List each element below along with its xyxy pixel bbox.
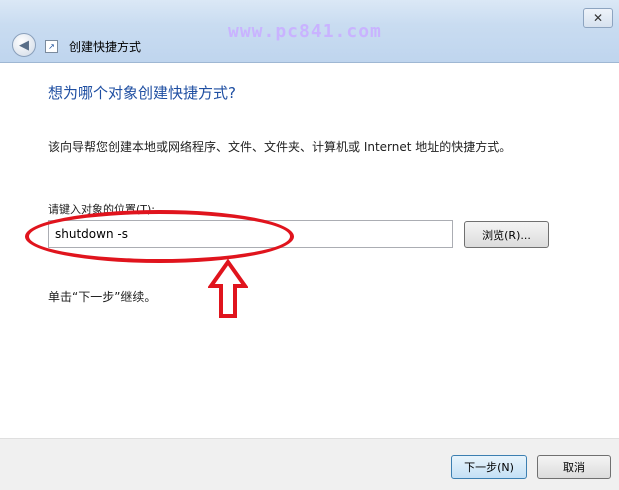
browse-button[interactable]: 浏览(R)... (464, 221, 549, 248)
watermark: www.pc841.com (228, 21, 382, 42)
cancel-button[interactable]: 取消 (537, 455, 611, 479)
title-bar: ✕ ◀ ↗ 创建快捷方式 www.pc841.com (0, 0, 619, 63)
wizard-description: 该向导帮您创建本地或网络程序、文件、文件夹、计算机或 Internet 地址的快… (48, 140, 512, 154)
window-title: 创建快捷方式 (69, 40, 142, 54)
back-arrow-icon: ◀ (19, 37, 29, 53)
wizard-content: 想为哪个对象创建快捷方式? 该向导帮您创建本地或网络程序、文件、文件夹、计算机或… (8, 63, 619, 438)
next-button[interactable]: 下一步(N) (451, 455, 527, 479)
back-button[interactable]: ◀ (12, 33, 36, 57)
location-input[interactable] (48, 220, 453, 248)
shortcut-icon: ↗ (45, 40, 58, 53)
button-bar: 下一步(N) 取消 (0, 438, 619, 490)
continue-hint: 单击“下一步”继续。 (48, 290, 157, 304)
location-label: 请键入对象的位置(T): (48, 203, 156, 216)
page-heading: 想为哪个对象创建快捷方式? (48, 84, 236, 102)
close-button[interactable]: ✕ (583, 8, 613, 28)
close-icon: ✕ (592, 11, 604, 25)
up-arrow-annotation (208, 259, 248, 318)
